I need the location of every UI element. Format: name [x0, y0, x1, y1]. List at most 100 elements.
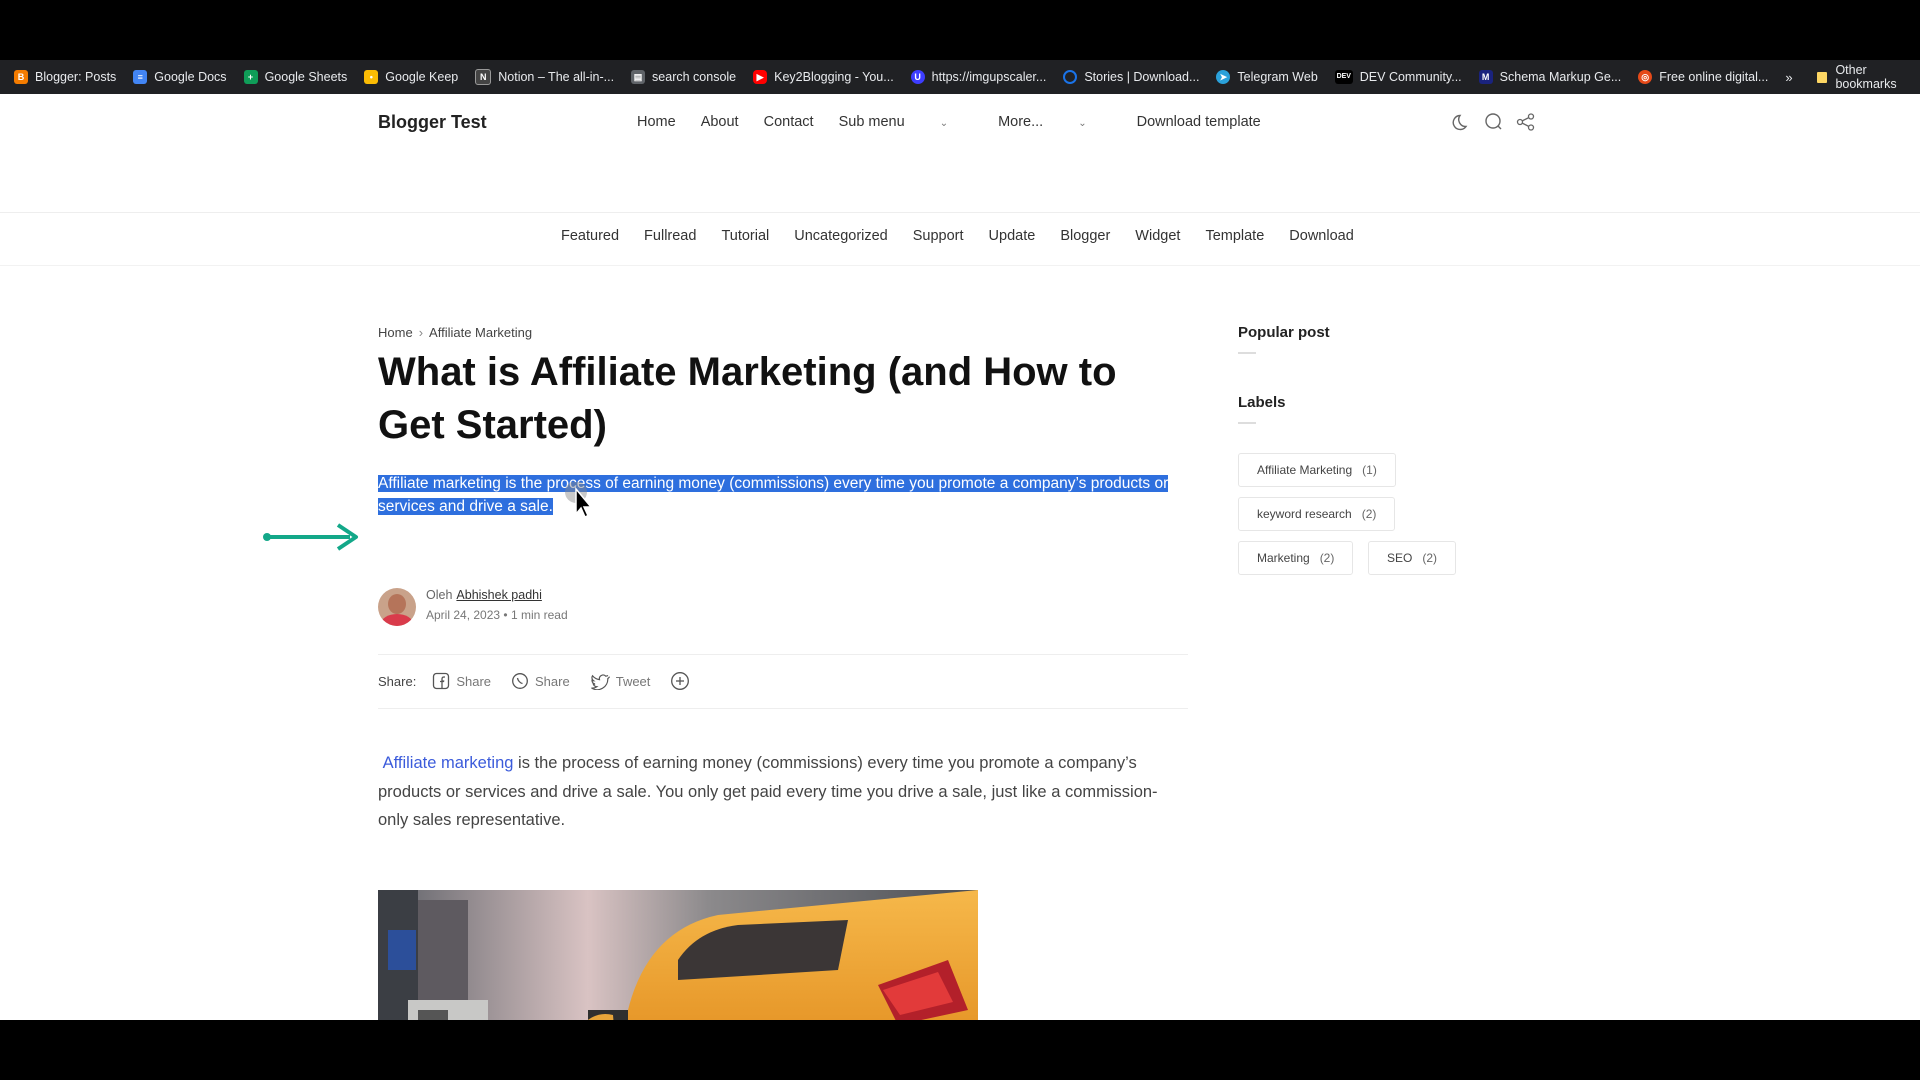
nav-more[interactable]: More... ⌄ — [998, 114, 1112, 130]
category-tutorial[interactable]: Tutorial — [721, 228, 769, 244]
category-featured[interactable]: Featured — [561, 228, 619, 244]
read-time: 1 min read — [510, 608, 568, 622]
tag-count: (1) — [1362, 463, 1377, 477]
tag-count: (2) — [1361, 507, 1377, 521]
search-console-icon: ▤ — [631, 70, 646, 84]
other-bookmarks-folder[interactable]: Other bookmarks — [1816, 63, 1910, 91]
blog-page: Blogger Test Home About Contact Sub menu… — [0, 94, 1920, 1020]
author-link[interactable]: Abhishek padhi — [456, 588, 541, 602]
bookmark-label: Notion – The all-in-... — [498, 70, 615, 84]
breadcrumb: Home › Affiliate Marketing — [378, 325, 532, 340]
site-brand[interactable]: Blogger Test — [378, 112, 487, 133]
bookmark-stories[interactable]: Stories | Download... — [1063, 70, 1199, 84]
tag-name: SEO — [1387, 551, 1413, 565]
chevron-down-icon: ⌄ — [1078, 118, 1087, 129]
share-text: Share — [535, 673, 570, 689]
folder-icon — [1816, 71, 1828, 83]
bookmark-label: Stories | Download... — [1084, 70, 1200, 84]
plus-circle-icon — [671, 672, 690, 690]
bookmark-label: search console — [652, 70, 737, 84]
nav-contact[interactable]: Contact — [764, 114, 814, 130]
share-bar: Share: Share Share Tweet — [378, 671, 716, 691]
bookmark-label: Google Sheets — [264, 70, 348, 84]
bookmarks-overflow-chevron[interactable]: » — [1785, 70, 1792, 85]
share-network-icon[interactable] — [1516, 112, 1536, 132]
share-label: Share: — [378, 673, 417, 689]
nav-sub-menu-label: Sub menu — [838, 114, 905, 130]
bookmark-label: https://imgupscaler... — [931, 70, 1047, 84]
bookmark-google-docs[interactable]: ≡ Google Docs — [133, 70, 227, 84]
header-icons — [1452, 112, 1548, 132]
schema-icon: M — [1478, 70, 1493, 84]
breadcrumb-home[interactable]: Home — [378, 325, 413, 340]
bookmark-key2blogging[interactable]: ▶ Key2Blogging - You... — [753, 70, 894, 84]
category-template[interactable]: Template — [1205, 228, 1264, 244]
bookmark-dev-community[interactable]: DEV DEV Community... — [1334, 70, 1462, 84]
post-title: What is Affiliate Marketing (and How to … — [378, 350, 1117, 447]
youtube-icon: ▶ — [753, 70, 768, 84]
nav-about[interactable]: About — [701, 114, 739, 130]
tag-count: (2) — [1422, 551, 1438, 565]
bookmark-google-keep[interactable]: • Google Keep — [364, 70, 458, 84]
main-nav: Home About Contact Sub menu ⌄ More... ⌄ Do… — [637, 114, 1286, 130]
label-tag-keyword-research[interactable]: keyword research (2) — [1238, 497, 1396, 531]
category-widget[interactable]: Widget — [1135, 228, 1180, 244]
bookmark-free-online-digital[interactable]: ◎ Free online digital... — [1638, 70, 1768, 84]
affiliate-marketing-link[interactable]: Affiliate marketing — [383, 754, 514, 772]
share-top-divider — [378, 654, 1188, 655]
nav-more-label: More... — [998, 114, 1044, 130]
nav-download-template[interactable]: Download template — [1137, 114, 1261, 130]
bookmarks-bar: B Blogger: Posts ≡ Google Docs + Google She… — [0, 60, 1920, 94]
bookmark-label: Schema Markup Ge... — [1499, 70, 1622, 84]
avatar[interactable] — [378, 588, 416, 626]
category-update[interactable]: Update — [989, 228, 1036, 244]
label-tag-affiliate-marketing[interactable]: Affiliate Marketing (1) — [1238, 453, 1396, 487]
dark-mode-moon-icon[interactable] — [1452, 112, 1472, 132]
twitter-tweet-button[interactable]: Tweet — [590, 672, 650, 690]
green-arrow-annotation — [263, 523, 358, 551]
label-tag-marketing[interactable]: Marketing (2) — [1238, 541, 1354, 575]
popular-post-heading: Popular post — [1238, 324, 1330, 341]
post-date: April 24, 2023 — [426, 608, 501, 622]
category-divider — [0, 265, 1920, 266]
stories-icon — [1063, 70, 1078, 84]
dev-icon: DEV — [1334, 70, 1353, 84]
twitter-icon — [590, 674, 610, 690]
category-download[interactable]: Download — [1289, 228, 1354, 244]
category-blogger[interactable]: Blogger — [1060, 228, 1110, 244]
heading-underline — [1238, 352, 1256, 354]
selected-text: Affiliate marketing is the process of ea… — [378, 475, 1169, 515]
breadcrumb-category[interactable]: Affiliate Marketing — [429, 325, 532, 340]
browser-window: B Blogger: Posts ≡ Google Docs + Google She… — [0, 60, 1920, 1020]
category-uncategorized[interactable]: Uncategorized — [794, 228, 888, 244]
nav-sub-menu[interactable]: Sub menu ⌄ — [839, 114, 974, 130]
facebook-share-button[interactable]: Share — [432, 672, 491, 690]
post-snippet-selected[interactable]: Affiliate marketing is the process of ea… — [378, 472, 1180, 518]
search-icon[interactable] — [1484, 112, 1504, 132]
bookmark-schema-markup[interactable]: M Schema Markup Ge... — [1478, 70, 1622, 84]
category-support[interactable]: Support — [913, 228, 964, 244]
post-body-paragraph: Affiliate marketing is the process of ea… — [378, 749, 1178, 835]
bookmark-label: Key2Blogging - You... — [774, 70, 894, 84]
nav-home[interactable]: Home — [637, 114, 676, 130]
whatsapp-share-button[interactable]: Share — [511, 672, 570, 690]
facebook-icon — [433, 672, 450, 690]
bookmark-label: Google Keep — [385, 70, 459, 84]
heading-underline — [1238, 422, 1256, 424]
bookmark-search-console[interactable]: ▤ search console — [631, 70, 736, 84]
bookmark-telegram[interactable]: ➤ Telegram Web — [1216, 70, 1318, 84]
bookmark-label: Telegram Web — [1237, 70, 1318, 84]
chevron-down-icon: ⌄ — [939, 118, 949, 129]
share-text: Share — [456, 673, 492, 689]
author-prefix: Oleh — [426, 588, 453, 602]
more-share-button[interactable] — [670, 671, 696, 691]
bookmark-google-sheets[interactable]: + Google Sheets — [243, 70, 348, 84]
category-fullread[interactable]: Fullread — [644, 228, 696, 244]
bookmark-label: Google Docs — [154, 70, 227, 84]
label-tag-seo[interactable]: SEO (2) — [1368, 541, 1457, 575]
sheets-icon: + — [243, 70, 258, 84]
bookmark-blogger-posts[interactable]: B Blogger: Posts — [14, 70, 116, 84]
bookmark-imgupscaler[interactable]: Uhttps://imgupscaler... — [910, 70, 1047, 84]
bookmark-notion[interactable]: N Notion – The all-in-... — [475, 69, 614, 85]
docs-icon: ≡ — [133, 70, 148, 84]
